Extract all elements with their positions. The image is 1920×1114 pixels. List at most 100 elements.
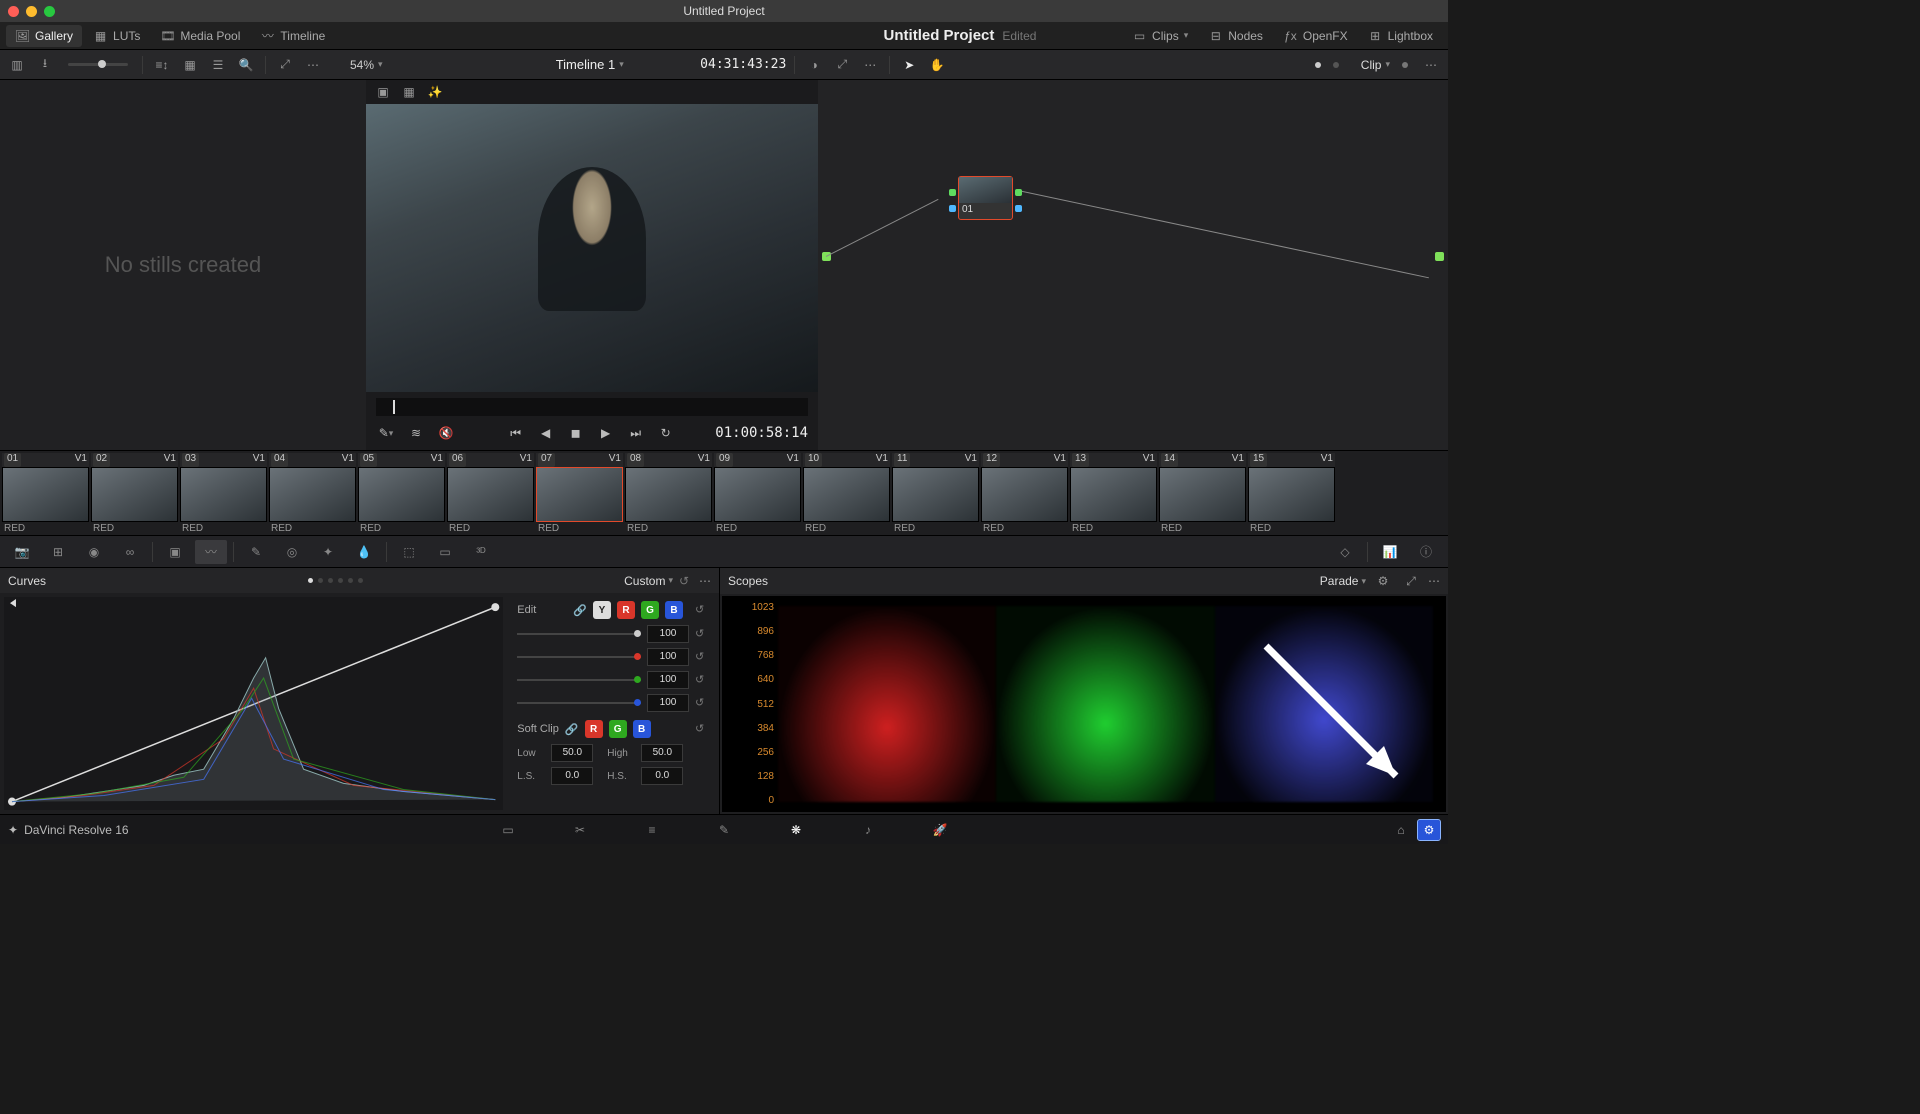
node-rgb-input[interactable]	[949, 189, 956, 196]
reset-slider-button[interactable]: ↺	[695, 627, 709, 641]
reset-softclip-button[interactable]: ↺	[695, 722, 709, 736]
loop-button[interactable]: ↻	[656, 423, 676, 443]
color-page-button[interactable]: ❋	[784, 820, 808, 840]
link-softclip-button[interactable]: 🔗	[565, 723, 579, 736]
scope-expand-button[interactable]: ⤢	[1400, 570, 1422, 592]
nodes-button[interactable]: ⊟Nodes	[1199, 25, 1272, 47]
clips-button[interactable]: ▭Clips ▾	[1123, 25, 1197, 47]
sort-button[interactable]: ≡↕	[151, 54, 173, 76]
gallery-options-button[interactable]: ⋯	[302, 54, 324, 76]
intensity-slider[interactable]	[517, 702, 641, 704]
node-rgb-output[interactable]	[1015, 189, 1022, 196]
channel-b-button[interactable]: B	[665, 601, 683, 619]
scope-options-button[interactable]: ⋯	[1428, 574, 1440, 588]
deliver-page-button[interactable]: 🚀	[928, 820, 952, 840]
color-node[interactable]: 01	[958, 176, 1013, 220]
viewer-options-button[interactable]: ⋯	[859, 54, 881, 76]
tracking-button[interactable]: ✦	[312, 540, 344, 564]
clip-thumbnail[interactable]: 05V1 RED	[358, 453, 445, 535]
intensity-slider[interactable]	[517, 633, 641, 635]
viewer-highlight-button[interactable]: ✨	[424, 81, 446, 103]
clip-thumbnail[interactable]: 13V1 RED	[1070, 453, 1157, 535]
prev-clip-button[interactable]: ⏮	[506, 423, 526, 443]
thumbnail-size-slider[interactable]	[68, 63, 128, 66]
clip-mode-dropdown[interactable]: Clip ▾	[1361, 58, 1390, 72]
zoom-level[interactable]: 54%	[350, 58, 374, 72]
rgb-mixer-button[interactable]: ∞	[114, 540, 146, 564]
stereo-3d-button[interactable]: ³ᴰ	[465, 540, 497, 564]
intensity-value[interactable]: 100	[647, 694, 689, 712]
intensity-value[interactable]: 100	[647, 625, 689, 643]
motion-effects-button[interactable]: ▣	[159, 540, 191, 564]
timeline-button[interactable]: 〰Timeline	[251, 25, 334, 47]
clip-thumbnail[interactable]: 12V1 RED	[981, 453, 1068, 535]
qualifier-button[interactable]: ✎	[240, 540, 272, 564]
color-wheels-button[interactable]: ◉	[78, 540, 110, 564]
softclip-r-button[interactable]: R	[585, 720, 603, 738]
camera-raw-button[interactable]: 📷	[6, 540, 38, 564]
node-alpha-input[interactable]	[949, 205, 956, 212]
luts-button[interactable]: ▦LUTs	[84, 25, 149, 47]
search-button[interactable]: 🔍	[235, 54, 257, 76]
channel-g-button[interactable]: G	[641, 601, 659, 619]
intensity-value[interactable]: 100	[647, 648, 689, 666]
play-button[interactable]: ▶	[596, 423, 616, 443]
pointer-tool-button[interactable]: ➤	[898, 54, 920, 76]
clip-thumbnail[interactable]: 11V1 RED	[892, 453, 979, 535]
intensity-slider[interactable]	[517, 656, 641, 658]
picker-tool-button[interactable]: ✎▾	[376, 423, 396, 443]
fusion-page-button[interactable]: ✎	[712, 820, 736, 840]
cut-page-button[interactable]: ✂	[568, 820, 592, 840]
clip-thumbnail[interactable]: 07V1 RED	[536, 453, 623, 535]
window-button[interactable]: ◎	[276, 540, 308, 564]
minimize-window-button[interactable]	[26, 6, 37, 17]
softclip-ls-value[interactable]: 0.0	[551, 767, 593, 785]
layers-button[interactable]: ≋	[406, 423, 426, 443]
reset-curves-button[interactable]: ↺	[679, 574, 693, 588]
intensity-slider[interactable]	[517, 679, 641, 681]
node-options-button[interactable]: ⋯	[1420, 54, 1442, 76]
key-button[interactable]: ⬚	[393, 540, 425, 564]
intensity-value[interactable]: 100	[647, 671, 689, 689]
clip-thumbnail[interactable]: 06V1 RED	[447, 453, 534, 535]
master-timecode[interactable]: 04:31:43:23	[700, 57, 786, 72]
curves-button[interactable]: 〰	[195, 540, 227, 564]
close-window-button[interactable]	[8, 6, 19, 17]
keyframes-button[interactable]: ◇	[1329, 540, 1361, 564]
curves-page-dots[interactable]	[308, 578, 363, 583]
node-alpha-output[interactable]	[1015, 205, 1022, 212]
stop-button[interactable]: ◼	[566, 423, 586, 443]
hand-tool-button[interactable]: ✋	[926, 54, 948, 76]
mute-button[interactable]: 🔇	[436, 423, 456, 443]
reset-edit-button[interactable]: ↺	[695, 603, 709, 617]
viewer-image[interactable]	[366, 104, 818, 392]
viewer-scrubber[interactable]	[376, 398, 808, 416]
softclip-b-button[interactable]: B	[633, 720, 651, 738]
blur-button[interactable]: 💧	[348, 540, 380, 564]
media-pool-button[interactable]: 🎞Media Pool	[151, 25, 249, 47]
node-graph-panel[interactable]: 01	[818, 80, 1448, 450]
home-button[interactable]: ⌂	[1390, 820, 1412, 840]
list-view-button[interactable]: ☰	[207, 54, 229, 76]
reset-slider-button[interactable]: ↺	[695, 673, 709, 687]
channel-r-button[interactable]: R	[617, 601, 635, 619]
clip-thumbnail[interactable]: 01V1 RED	[2, 453, 89, 535]
viewer-timecode[interactable]: 01:00:58:14	[715, 425, 808, 441]
timeline-name-dropdown[interactable]: Timeline 1 ▾	[556, 57, 624, 72]
expand-viewer-button[interactable]: ⤢	[831, 54, 853, 76]
viewer-overlay-button[interactable]: ▣	[372, 81, 394, 103]
clip-thumbnail[interactable]: 04V1 RED	[269, 453, 356, 535]
reset-slider-button[interactable]: ↺	[695, 650, 709, 664]
clip-thumbnail[interactable]: 15V1 RED	[1248, 453, 1335, 535]
viewer-split-button[interactable]: ▦	[398, 81, 420, 103]
expand-gallery-button[interactable]: ⤢	[274, 54, 296, 76]
channel-y-button[interactable]: Y	[593, 601, 611, 619]
softclip-g-button[interactable]: G	[609, 720, 627, 738]
info-button[interactable]: ⓘ	[1410, 540, 1442, 564]
curves-mode-dropdown[interactable]: Custom▾	[624, 574, 673, 588]
curves-options-button[interactable]: ⋯	[699, 574, 711, 588]
softclip-high-value[interactable]: 50.0	[641, 744, 683, 762]
sidebar-toggle-button[interactable]: ▥	[6, 54, 28, 76]
openfx-button[interactable]: ƒxOpenFX	[1274, 25, 1357, 47]
play-reverse-button[interactable]: ◀	[536, 423, 556, 443]
